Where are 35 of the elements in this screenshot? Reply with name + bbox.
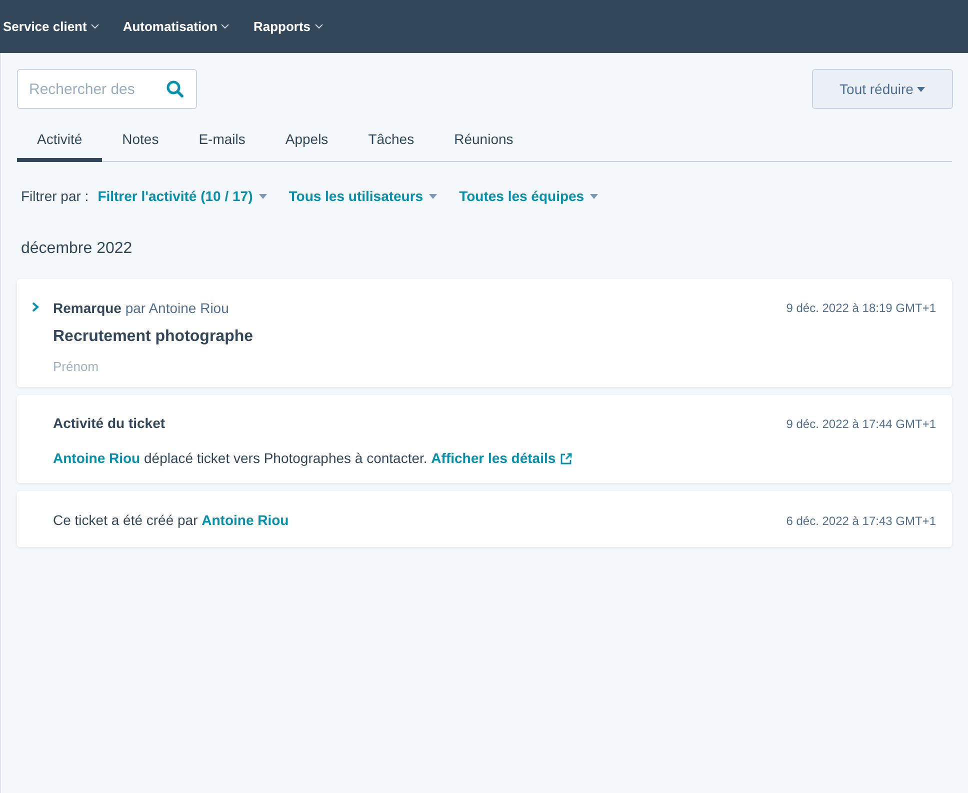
caret-down-icon (258, 194, 267, 199)
nav-menu-item[interactable]: Service client (3, 16, 99, 36)
tab[interactable]: Activité (17, 121, 102, 162)
nav-menu-item[interactable]: Rapports (253, 16, 323, 36)
tab[interactable]: Tâches (348, 121, 434, 162)
note-header: Remarque par Antoine Riou (53, 299, 229, 318)
search-field[interactable]: Rechercher des (17, 69, 197, 109)
chevron-down-icon (90, 24, 99, 29)
user-link[interactable]: Antoine Riou (202, 512, 289, 528)
timestamp: 9 déc. 2022 à 18:19 GMT+1 (786, 300, 936, 317)
tab[interactable]: Réunions (434, 121, 534, 162)
filter-label: Filtrer par : (21, 187, 89, 206)
caret-down-icon (917, 86, 926, 92)
nav-menu-item[interactable]: Automatisation (122, 16, 230, 36)
collapse-all-button[interactable]: Tout réduire (812, 69, 953, 109)
tab[interactable]: Notes (102, 121, 179, 162)
tab[interactable]: E-mails (178, 121, 266, 162)
search-icon[interactable] (166, 80, 184, 98)
tab[interactable]: Appels (265, 121, 348, 162)
note-preview: Prénom (53, 359, 99, 375)
user-link[interactable]: Antoine Riou (53, 450, 140, 466)
caret-down-icon (590, 194, 598, 199)
creation-description: Ce ticket a été créé par Antoine Riou (53, 511, 289, 530)
external-link-icon (560, 452, 572, 464)
activity-description: Antoine Riou déplacé ticket vers Photographes à contacter. Afficher les détails (53, 448, 572, 469)
details-link[interactable]: Afficher les détails (431, 448, 572, 469)
month-heading: décembre 2022 (20, 239, 134, 259)
note-title: Recrutement photographe (53, 327, 254, 347)
timestamp: 9 déc. 2022 à 17:44 GMT+1 (786, 416, 936, 433)
chevron-down-icon (314, 24, 323, 29)
chevron-down-icon (221, 24, 230, 29)
chevron-right-icon[interactable] (32, 302, 39, 312)
activity-heading: Activité du ticket (53, 414, 166, 433)
timestamp: 6 déc. 2022 à 17:43 GMT+1 (786, 513, 936, 530)
caret-down-icon (429, 194, 438, 199)
